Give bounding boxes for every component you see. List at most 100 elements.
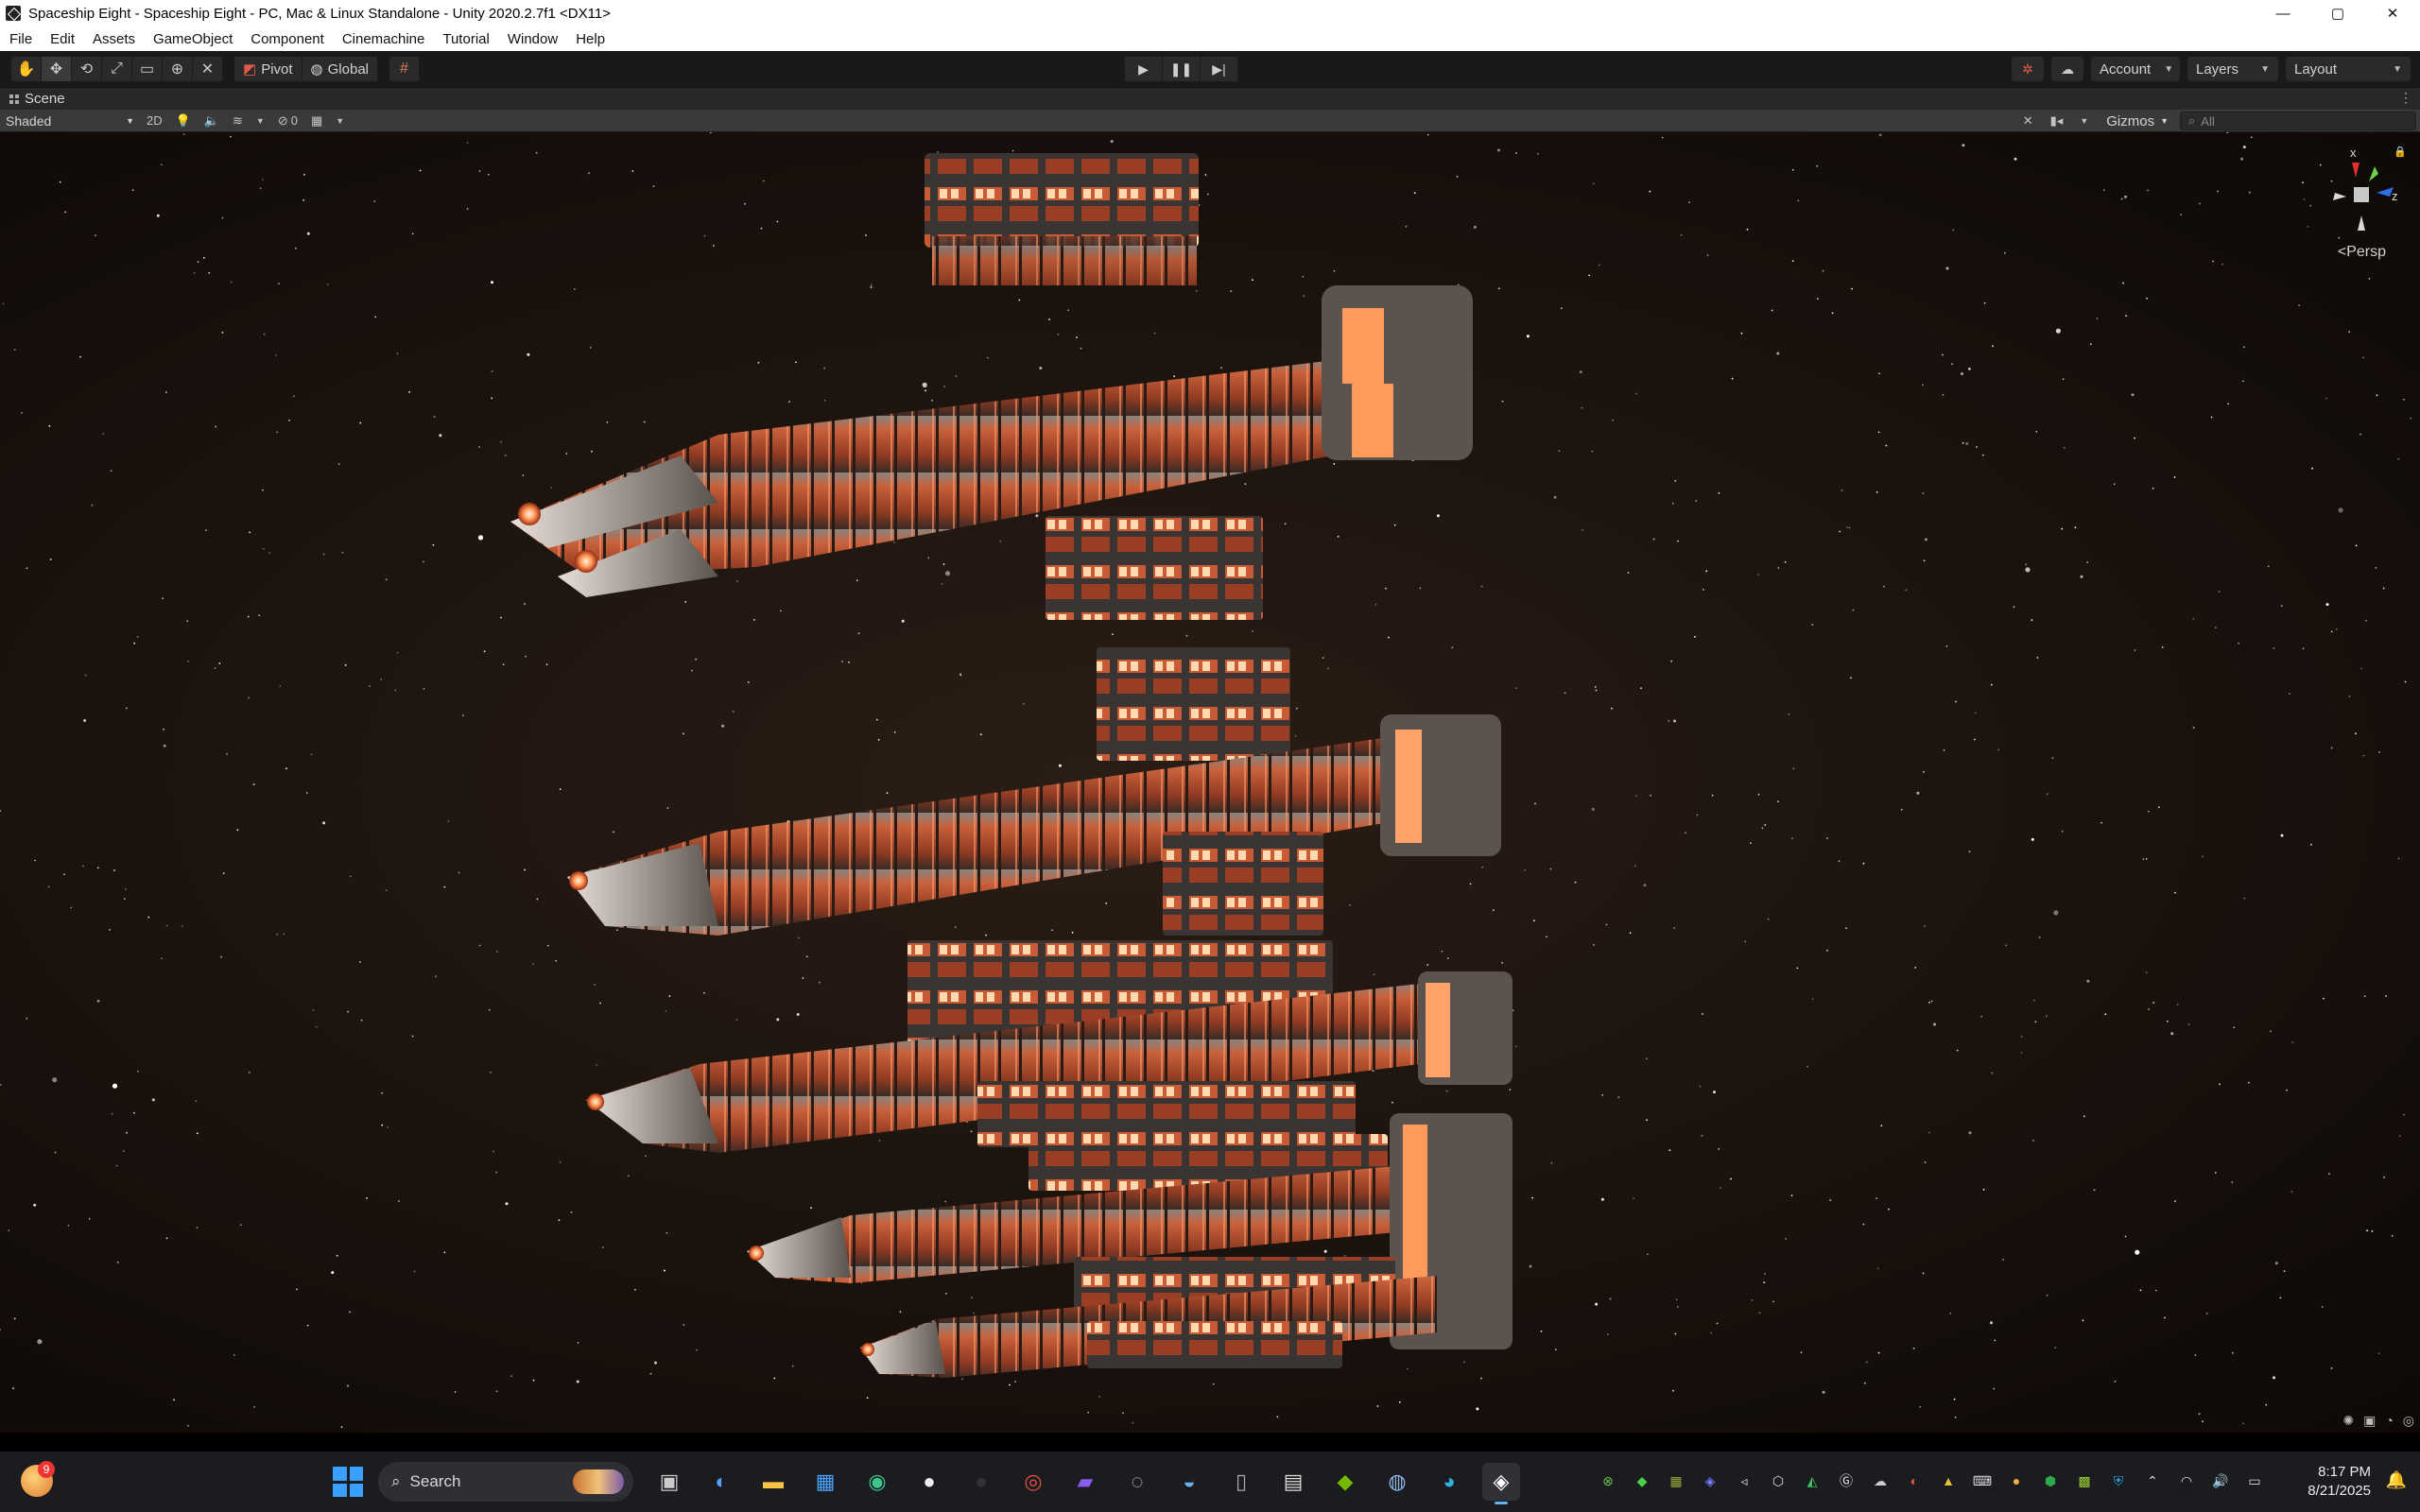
battery-icon[interactable]: ▭ [2244,1470,2265,1491]
layout-dropdown[interactable]: Layout ▼ [2286,57,2411,81]
menu-window[interactable]: Window [508,31,558,47]
sticky-notes-icon[interactable]: ▤ [1274,1463,1312,1501]
tray-green3-icon[interactable]: ⬢ [2040,1470,2061,1491]
gizmos-dropdown[interactable]: Gizmos ▼ [2099,111,2176,131]
hand-tool-icon[interactable]: ✋ [11,57,42,81]
copilot-icon[interactable]: ◐ [702,1463,740,1501]
camera-overlay-icon[interactable]: ▣ [2363,1413,2376,1429]
wifi-icon[interactable]: ◠ [2176,1470,2197,1491]
pause-button-icon[interactable]: ❚❚ [1163,57,1201,81]
xbox-icon[interactable]: ⊗ [1598,1470,1618,1491]
spaceship-1[interactable] [510,153,1473,761]
steam-icon[interactable]: ◌ [1118,1463,1156,1501]
file-explorer-icon[interactable]: ▬ [754,1463,792,1501]
projection-label[interactable]: <Persp [2338,244,2386,261]
custom-tool-icon[interactable]: ✕ [193,57,223,81]
cloud-icon[interactable]: ☁ [2051,57,2083,81]
menu-assets[interactable]: Assets [93,31,135,47]
close-button[interactable]: ✕ [2365,0,2420,26]
camera-dropdown-icon[interactable]: ▼ [2073,111,2095,131]
draw-mode-dropdown[interactable]: Shaded ▼ [0,111,140,131]
nvidia-icon[interactable]: ◆ [1326,1463,1364,1501]
media-app-icon[interactable]: ▰ [1066,1463,1104,1501]
tray-orange-icon[interactable]: ● [2006,1470,2027,1491]
tray-defender-icon[interactable]: ⛨ [2108,1470,2129,1491]
audio-toggle-icon[interactable]: 🔈 [198,111,226,131]
grid-toggle-icon[interactable]: ▦ [304,111,329,131]
scene-viewport[interactable]: x z <Persp 🔒 ✺ ▣ ◔ ◎ [0,132,2420,1433]
light-probe-icon[interactable]: ✺ [2342,1413,2354,1429]
global-toggle[interactable]: ◍ Global [302,57,378,81]
grid-dropdown-icon[interactable]: ▼ [329,111,351,131]
pivot-toggle[interactable]: ◩ Pivot [234,57,302,81]
edge-globe-icon[interactable]: ◒ [1170,1463,1208,1501]
taskbar-search[interactable]: ⌕ Search [378,1462,633,1502]
hierarchy-search-input[interactable]: ⌕ All [2180,112,2416,130]
gizmo-x-cone[interactable] [2352,163,2360,178]
tab-scene[interactable]: Scene [0,91,75,107]
windows-start-icon[interactable] [333,1467,363,1497]
tray-gpu-icon[interactable]: ◈ [1700,1470,1720,1491]
unity-app-icon[interactable]: ◈ [1482,1463,1520,1504]
rotate-tool-icon[interactable]: ⟲ [72,57,102,81]
gizmo-center[interactable] [2354,187,2369,202]
play-button-icon[interactable]: ▶ [1125,57,1163,81]
task-view-icon[interactable]: ▣ [650,1463,688,1501]
tray-map-icon[interactable]: ▩ [2074,1470,2095,1491]
scale-tool-icon[interactable]: ⤢ [102,57,132,81]
camera-icon[interactable]: ▮◂ [2044,111,2070,131]
tray-app-icon[interactable]: ▦ [1666,1470,1686,1491]
globe-app-icon[interactable]: ◍ [1378,1463,1416,1501]
microsoft-store-icon[interactable]: ▦ [806,1463,844,1501]
layers-dropdown[interactable]: Layers ▼ [2187,57,2278,81]
notification-bell-icon[interactable]: 🔔 [2386,1470,2407,1490]
tray-chevron-icon[interactable]: ⌃ [2142,1470,2163,1491]
dark-app-icon[interactable]: ● [962,1463,1000,1501]
spaceship-5[interactable] [860,1257,1437,1378]
account-dropdown[interactable]: Account ▼ [2091,57,2180,81]
menu-file[interactable]: File [9,31,32,47]
edge-icon[interactable]: ◕ [1430,1463,1468,1501]
hidden-objects-toggle[interactable]: ⊘ 0 [271,111,304,131]
chrome-icon[interactable]: ◎ [1014,1463,1052,1501]
effects-toggle-icon[interactable]: ≋ [226,111,250,131]
more-options-icon[interactable]: ⋮ [2399,90,2412,106]
move-tool-icon[interactable]: ✥ [42,57,72,81]
tray-keyboard-icon[interactable]: ⌨ [1972,1470,1993,1491]
check-overlay-icon[interactable]: ◎ [2403,1413,2414,1429]
maps-pin-icon[interactable]: ● [910,1463,948,1501]
spaceship-2[interactable] [567,714,1501,936]
tray-cube-icon[interactable]: ⬡ [1768,1470,1789,1491]
menu-component[interactable]: Component [251,31,324,47]
gizmo-negy-cone[interactable] [2358,215,2365,231]
tray-grammarly-icon[interactable]: Ⓖ [1836,1470,1857,1491]
pin-overlay-icon[interactable]: ◔ [2385,1413,2393,1429]
step-button-icon[interactable]: ▶| [1201,57,1238,81]
tray-yellow-icon[interactable]: ▲ [1938,1470,1959,1491]
menu-tutorial[interactable]: Tutorial [442,31,489,47]
tray-green2-icon[interactable]: ◭ [1802,1470,1823,1491]
lock-icon[interactable]: 🔒 [2394,146,2407,158]
tray-vs-icon[interactable]: ◃ [1734,1470,1754,1491]
tools-icon[interactable]: ✕ [2016,111,2040,131]
collab-icon[interactable]: ✲ [2012,57,2044,81]
tray-red-icon[interactable]: ◐ [1904,1470,1925,1491]
orientation-gizmo[interactable]: x z [2327,144,2403,257]
menu-cinemachine[interactable]: Cinemachine [342,31,425,47]
menu-gameobject[interactable]: GameObject [153,31,233,47]
mode-2d-button[interactable]: 2D [140,111,169,131]
rect-tool-icon[interactable]: ▭ [132,57,163,81]
minimize-button[interactable]: — [2256,0,2310,26]
lighting-toggle-icon[interactable]: 💡 [169,111,198,131]
browser-globe-icon[interactable]: ◉ [858,1463,896,1501]
taskbar-clock[interactable]: 8:17 PM 8/21/2025 [2308,1463,2371,1501]
volume-icon[interactable]: 🔊 [2210,1470,2231,1491]
maximize-button[interactable]: ▢ [2310,0,2365,26]
tray-green-icon[interactable]: ◆ [1632,1470,1652,1491]
grid-snap-icon[interactable]: # [389,57,420,81]
menu-edit[interactable]: Edit [50,31,75,47]
usb-device-icon[interactable]: ▯ [1222,1463,1260,1501]
gizmo-y-cone[interactable] [2369,166,2378,181]
tray-cloud-off-icon[interactable]: ☁ [1870,1470,1891,1491]
effects-dropdown-icon[interactable]: ▼ [250,111,271,131]
